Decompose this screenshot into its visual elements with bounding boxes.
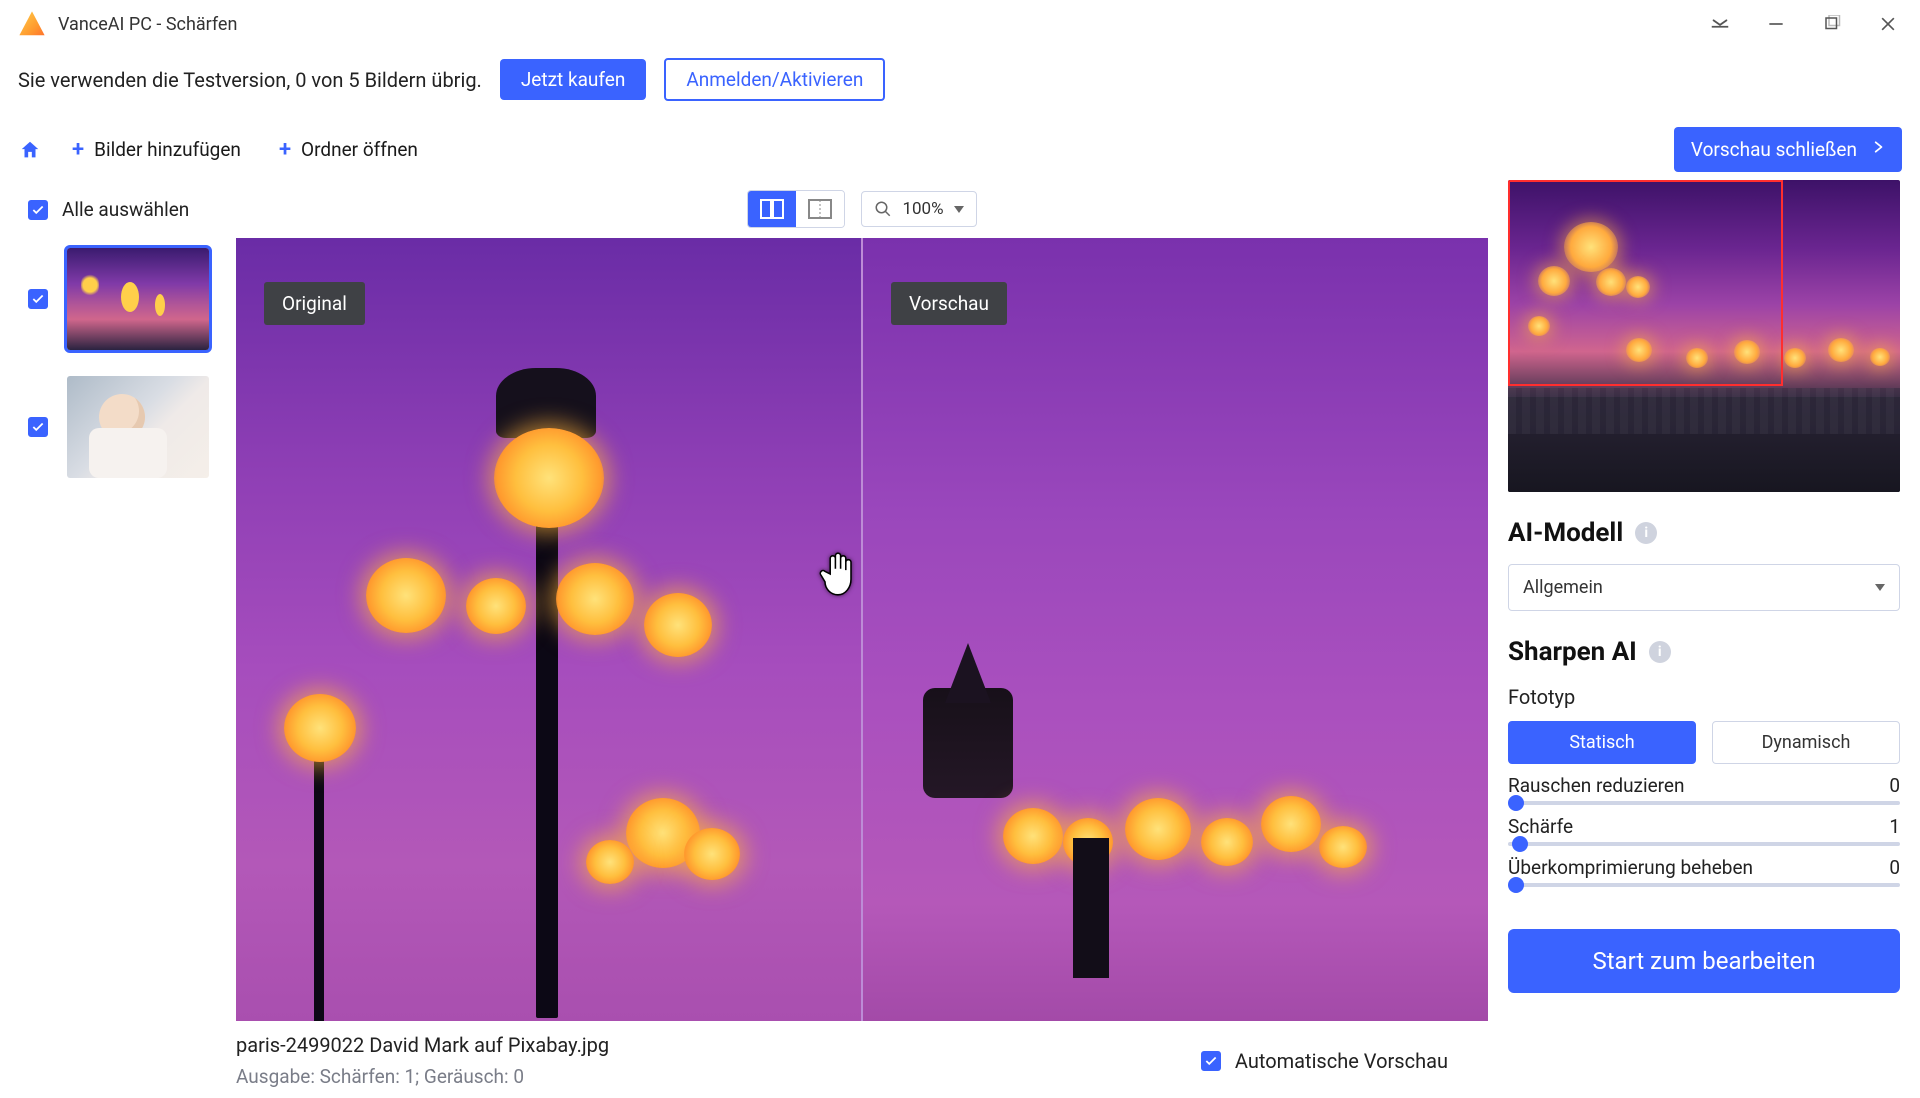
login-activate-button[interactable]: Anmelden/Aktivieren [664,58,885,101]
select-all-row[interactable]: Alle auswählen [10,188,225,235]
preview-badge: Vorschau [891,282,1007,325]
phototype-static-button[interactable]: Statisch [1508,721,1696,764]
app-title: VanceAI PC - Schärfen [58,14,237,35]
split-view-button[interactable] [748,191,796,227]
overcompression-slider[interactable] [1508,883,1900,887]
minimize-button[interactable] [1762,10,1790,38]
noise-value: 0 [1889,774,1900,797]
output-summary: Ausgabe: Schärfen: 1; Geräusch: 0 [236,1065,609,1088]
chevron-down-icon[interactable] [1706,10,1734,38]
original-badge: Original [264,282,365,325]
sharpness-label: Schärfe [1508,815,1573,838]
app-logo [18,10,46,38]
close-preview-button[interactable]: Vorschau schließen [1674,127,1902,172]
sharpness-slider[interactable] [1508,842,1900,846]
add-images-button[interactable]: + Bilder hinzufügen [58,130,255,169]
open-folder-label: Ordner öffnen [301,138,418,161]
viewer-controls: 100% [236,180,1488,238]
thumbnail-row[interactable] [10,235,225,363]
plus-icon: + [72,137,84,162]
close-preview-label: Vorschau schließen [1691,138,1857,161]
ai-model-title: AI-Modell i [1508,518,1900,548]
thumbnail-checkbox[interactable] [28,289,48,309]
mini-preview[interactable] [1508,180,1900,492]
noise-slider[interactable] [1508,801,1900,805]
status-bar: paris-2499022 David Mark auf Pixabay.jpg… [236,1021,1488,1098]
select-all-label: Alle auswählen [62,198,189,221]
chevron-down-icon [1875,584,1885,591]
hand-cursor-icon [816,548,860,604]
trial-text: Sie verwenden die Testversion, 0 von 5 B… [18,68,482,92]
thumbnail-row[interactable] [10,363,225,491]
ai-model-select[interactable]: Allgemein [1508,564,1900,611]
chevron-right-icon [1871,138,1885,161]
toolbar: + Bilder hinzufügen + Ordner öffnen Vors… [0,119,1920,180]
preview-pane[interactable]: Vorschau [863,238,1488,1021]
info-icon[interactable]: i [1635,522,1657,544]
filename-label: paris-2499022 David Mark auf Pixabay.jpg [236,1033,609,1057]
plus-icon: + [279,137,291,162]
select-all-checkbox[interactable] [28,200,48,220]
zoom-control[interactable]: 100% [861,191,976,227]
ai-model-value: Allgemein [1523,577,1603,598]
overcompression-value: 0 [1889,856,1900,879]
sharpen-ai-title: Sharpen AI i [1508,637,1900,667]
thumbnail-paris[interactable] [64,245,212,353]
thumbnail-checkbox[interactable] [28,417,48,437]
add-images-label: Bilder hinzufügen [94,138,241,161]
info-icon[interactable]: i [1649,641,1671,663]
magnifier-icon [874,200,892,218]
thumbnail-sidebar: Alle auswählen [0,180,236,1098]
phototype-dynamic-button[interactable]: Dynamisch [1712,721,1900,764]
start-processing-button[interactable]: Start zum bearbeiten [1508,929,1900,993]
settings-panel: AI-Modell i Allgemein Sharpen AI i Fotot… [1488,180,1920,1098]
zoom-dropdown-icon[interactable] [954,206,964,213]
home-button[interactable] [12,132,48,168]
auto-preview-checkbox[interactable] [1201,1051,1221,1071]
thumbnail-child[interactable] [64,373,212,481]
noise-label: Rauschen reduzieren [1508,774,1685,797]
viewport-indicator[interactable] [1508,180,1783,386]
auto-preview-toggle[interactable]: Automatische Vorschau [1201,1049,1448,1073]
auto-preview-label: Automatische Vorschau [1235,1049,1448,1073]
single-view-button[interactable] [796,191,844,227]
original-pane[interactable]: Original [236,238,861,1021]
overcompression-label: Überkomprimierung beheben [1508,856,1753,879]
sharpness-value: 1 [1889,815,1900,838]
open-folder-button[interactable]: + Ordner öffnen [265,130,432,169]
zoom-label: 100% [902,199,943,219]
phototype-label: Fototyp [1508,685,1900,709]
buy-now-button[interactable]: Jetzt kaufen [500,59,647,100]
image-viewer[interactable]: Original Vorschau [236,238,1488,1021]
maximize-button[interactable] [1818,10,1846,38]
close-button[interactable] [1874,10,1902,38]
title-bar: VanceAI PC - Schärfen [0,0,1920,48]
trial-bar: Sie verwenden die Testversion, 0 von 5 B… [0,48,1920,119]
